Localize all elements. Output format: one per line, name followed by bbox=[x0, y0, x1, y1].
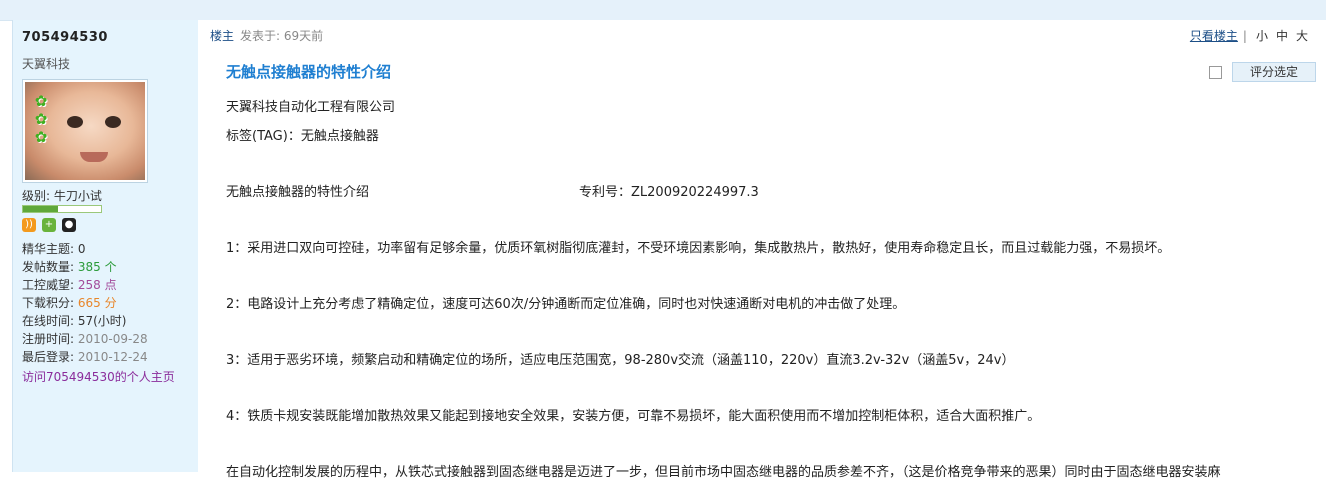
stat-row: 最后登录: 2010-12-24 bbox=[22, 348, 148, 366]
stat-value: 0 bbox=[77, 242, 86, 256]
author-username[interactable]: 705494530 bbox=[22, 30, 108, 45]
author-title: 天翼科技 bbox=[22, 57, 71, 71]
stat-row: 工控威望: 258 点 bbox=[22, 276, 148, 294]
post-intro-title: 无触点接触器的特性介绍 bbox=[226, 185, 370, 200]
stat-label: 在线时间: bbox=[22, 314, 78, 328]
avatar-mouth bbox=[80, 152, 108, 162]
post-main: 楼主 发表于: 69天前 只看楼主 | 小中大 无触点接触器的特性介绍 评分选定 天翼… bbox=[198, 20, 1326, 480]
stat-label: 下载积分: bbox=[22, 296, 78, 310]
avatar-eye-right bbox=[105, 116, 121, 128]
stat-label: 最后登录: bbox=[22, 350, 78, 364]
stat-value: 385 个 bbox=[77, 260, 117, 274]
stat-value: 258 点 bbox=[77, 278, 117, 292]
stat-value: 2010-09-28 bbox=[77, 332, 148, 346]
stat-label: 发帖数量: bbox=[22, 260, 78, 274]
post-paragraph-1: 1：采用进口双向可控硅，功率留有足够余量，优质环氧树脂彻底灌封，不受环境因素影响… bbox=[226, 241, 1171, 256]
post-company: 天翼科技自动化工程有限公司 bbox=[226, 100, 396, 115]
author-icon-row: )) + ● bbox=[22, 218, 76, 232]
font-small-button[interactable]: 小 bbox=[1256, 29, 1268, 43]
select-checkbox[interactable] bbox=[1209, 65, 1222, 79]
stat-label: 工控威望: bbox=[22, 278, 78, 292]
rate-button[interactable]: 评分选定 bbox=[1232, 62, 1316, 82]
avatar[interactable]: ✿✿✿ bbox=[22, 79, 148, 183]
font-large-button[interactable]: 大 bbox=[1296, 29, 1308, 43]
post-paragraph-4: 4：铁质卡规安装既能增加散热效果又能起到接地安全效果，安装方便，可靠不易损坏，能… bbox=[226, 409, 1041, 424]
post-paragraph-5: 在自动化控制发展的历程中，从铁芯式接触器到固态继电器是迈进了一步，但目前市场中固… bbox=[226, 465, 1221, 480]
stat-row: 精华主题: 0 bbox=[22, 240, 148, 258]
level-progress-fill bbox=[23, 206, 59, 212]
post-title: 无触点接触器的特性介绍 bbox=[226, 63, 392, 81]
font-medium-button[interactable]: 中 bbox=[1276, 29, 1288, 43]
separator: | bbox=[1242, 29, 1247, 43]
post-patent: 专利号：ZL200920224997.3 bbox=[579, 185, 759, 200]
stat-row: 发帖数量: 385 个 bbox=[22, 258, 148, 276]
avatar-eye-left bbox=[67, 116, 83, 128]
stat-value: 57(小时) bbox=[77, 314, 127, 328]
author-sidebar: 705494530 天翼科技 ✿✿✿ 级别: 牛刀小试 )) + ● 精华主题:… bbox=[12, 20, 198, 472]
stat-value: 665 分 bbox=[77, 296, 117, 310]
author-homepage-link[interactable]: 访问705494530的个人主页 bbox=[22, 368, 175, 385]
stat-row: 注册时间: 2010-09-28 bbox=[22, 330, 148, 348]
author-stats: 精华主题: 0 发帖数量: 385 个工控威望: 258 点下载积分: 665 分… bbox=[22, 240, 148, 366]
rss-icon[interactable]: )) bbox=[22, 218, 36, 232]
stat-label: 注册时间: bbox=[22, 332, 78, 346]
view-only-author-link[interactable]: 只看楼主 bbox=[1190, 29, 1238, 43]
top-bar bbox=[0, 0, 1326, 21]
post-floor: 楼主 bbox=[210, 29, 235, 43]
post-paragraph-2: 2：电路设计上充分考虑了精确定位，速度可达60次/分钟通断而定位准确，同时也对快… bbox=[226, 297, 906, 312]
avatar-decoration: ✿✿✿ bbox=[32, 92, 50, 146]
post-header: 楼主 发表于: 69天前 bbox=[210, 27, 323, 44]
avatar-image: ✿✿✿ bbox=[25, 82, 145, 180]
post-time: 发表于: 69天前 bbox=[240, 29, 324, 43]
add-friend-icon[interactable]: + bbox=[42, 218, 56, 232]
level-progress-bar bbox=[22, 205, 102, 213]
post-tag: 标签(TAG)：无触点接触器 bbox=[226, 129, 379, 144]
stat-row: 在线时间: 57(小时) bbox=[22, 312, 148, 330]
post-paragraph-3: 3：适用于恶劣环境，频繁启动和精确定位的场所，适应电压范围宽，98-280v交流… bbox=[226, 353, 1015, 368]
rate-tools: 评分选定 bbox=[1209, 62, 1316, 82]
author-level: 级别: 牛刀小试 bbox=[22, 189, 102, 203]
stat-value: 2010-12-24 bbox=[77, 350, 148, 364]
stat-row: 下载积分: 665 分 bbox=[22, 294, 148, 312]
view-tools: 只看楼主 | 小中大 bbox=[1190, 27, 1312, 44]
stat-label: 精华主题: bbox=[22, 242, 78, 256]
qq-icon[interactable]: ● bbox=[62, 218, 76, 232]
